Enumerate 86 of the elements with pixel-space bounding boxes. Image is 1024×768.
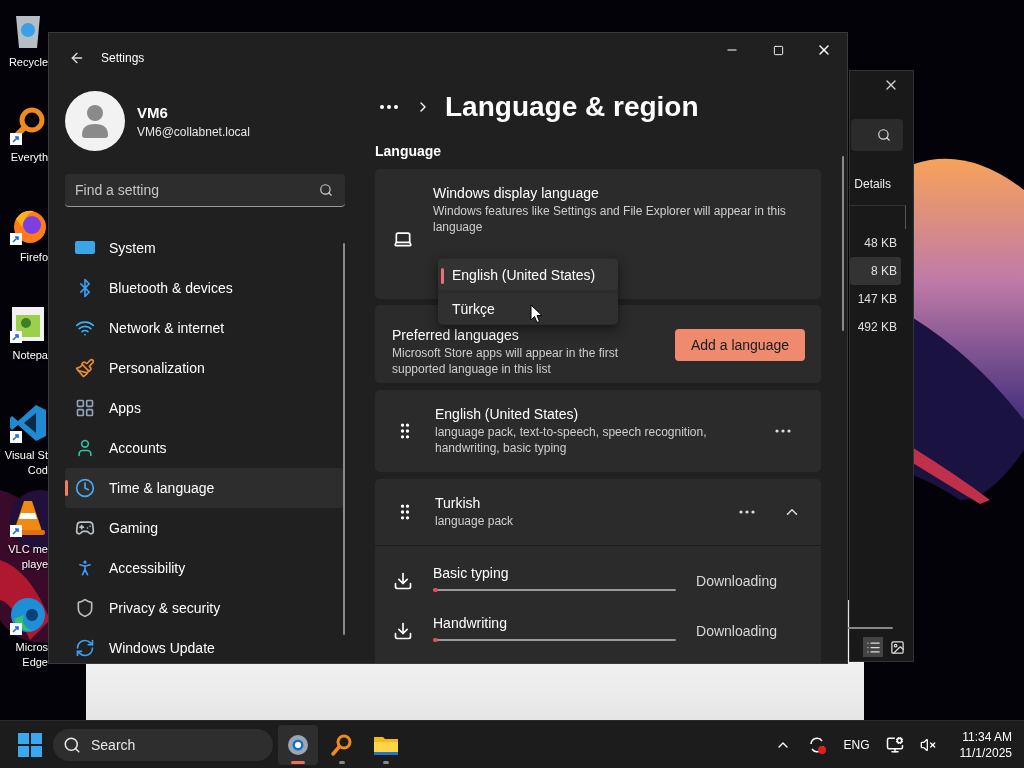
setting-title: Windows display language xyxy=(433,185,600,201)
clock-time[interactable]: 11:34 AM xyxy=(962,728,1012,745)
shortcut-arrow-icon xyxy=(10,233,22,245)
shortcut-arrow-icon xyxy=(10,331,22,343)
apps-grid-icon xyxy=(75,398,95,418)
add-language-button[interactable]: Add a language xyxy=(674,329,805,361)
details-view-button[interactable] xyxy=(863,637,883,657)
clock-date[interactable]: 11/1/2025 xyxy=(959,744,1012,761)
download-icon xyxy=(393,571,413,591)
feature-name: Basic typing xyxy=(433,565,510,581)
search-icon xyxy=(319,183,333,197)
download-icon xyxy=(393,621,413,641)
user-name: VM6 xyxy=(137,103,169,121)
file-size-cell[interactable]: 147 KB xyxy=(850,285,901,313)
language-name: Turkish xyxy=(435,495,482,511)
muted-speaker-icon[interactable] xyxy=(919,736,936,753)
file-size-cell[interactable]: 48 KB xyxy=(850,229,901,257)
shortcut-arrow-icon xyxy=(10,431,22,443)
scrollbar[interactable] xyxy=(343,243,345,635)
file-size-cell[interactable]: 492 KB xyxy=(850,313,901,341)
cursor-icon xyxy=(530,304,543,324)
user-email: VM6@collabnet.local xyxy=(137,124,250,139)
more-icon xyxy=(775,429,791,433)
desktop-icon-label: Visual St Cod xyxy=(4,448,48,478)
setting-description: Windows features like Settings and File Explorer will appear in this language xyxy=(433,203,787,235)
nav-item[interactable]: Accounts xyxy=(65,428,343,468)
shortcut-arrow-icon xyxy=(10,623,22,635)
start-icon[interactable] xyxy=(18,732,42,757)
nav-item[interactable]: Network & internet xyxy=(65,308,343,348)
gamepad-icon xyxy=(75,518,95,538)
monitor-icon xyxy=(75,240,95,256)
nav-item[interactable]: Time & language xyxy=(65,468,343,508)
download-status: Downloading xyxy=(696,623,777,639)
nav-item[interactable]: Gaming xyxy=(65,508,343,548)
paintbrush-icon xyxy=(75,358,95,378)
page-title: Language & region xyxy=(445,91,699,123)
nav-item[interactable]: Personalization xyxy=(65,348,343,388)
maximize-icon xyxy=(772,44,784,56)
nav-item[interactable]: Apps xyxy=(65,388,343,428)
desktop-icon-label: VLC me playe xyxy=(8,542,48,572)
search-field[interactable]: Find a setting xyxy=(65,174,345,207)
language-features: language pack, text-to-speech, speech recognition, handwriting, basic typing xyxy=(435,424,708,456)
search-field[interactable] xyxy=(851,119,903,151)
laptop-icon xyxy=(393,229,413,249)
avatar[interactable] xyxy=(65,91,125,151)
desktop-icon-label: Recycle xyxy=(8,55,48,70)
input-language[interactable]: ENG xyxy=(843,737,870,752)
setting-description: Microsoft Store apps will appear in the first supported language in this list xyxy=(392,345,620,377)
file-size-cell[interactable]: 8 KB xyxy=(850,257,901,285)
wifi-icon xyxy=(75,318,95,338)
person-icon xyxy=(75,438,95,458)
dropdown-option[interactable]: Türkçe xyxy=(438,293,618,324)
shortcut-arrow-icon xyxy=(10,133,22,145)
setting-title: Preferred languages xyxy=(392,327,520,343)
taskbar-app[interactable] xyxy=(278,724,318,765)
scrollbar[interactable] xyxy=(842,156,844,331)
monitor-icon[interactable] xyxy=(885,735,904,754)
nav-item[interactable]: Windows Update xyxy=(65,628,343,663)
language-features: language pack xyxy=(435,513,515,529)
desktop-icon-label: Micros Edge xyxy=(15,640,48,670)
tile-icon xyxy=(889,639,905,655)
desktop-icon-label: Everyth xyxy=(10,150,48,165)
more-icon xyxy=(739,510,755,514)
dropdown-option[interactable]: English (United States) xyxy=(438,259,618,290)
nav-item[interactable]: Accessibility xyxy=(65,548,343,588)
update-icon xyxy=(75,638,95,658)
shield-icon xyxy=(75,598,95,618)
language-name: English (United States) xyxy=(435,406,580,422)
search-icon xyxy=(877,128,891,142)
search-icon xyxy=(63,735,81,754)
nav-item[interactable]: System xyxy=(65,228,343,268)
browser-icon[interactable] xyxy=(8,595,48,635)
feature-name: Handwriting xyxy=(433,615,508,631)
scrollbar[interactable] xyxy=(847,627,893,629)
nav-item[interactable]: Bluetooth & devices xyxy=(65,268,343,308)
window-title: Settings xyxy=(101,51,145,65)
download-status: Downloading xyxy=(696,573,777,589)
list-icon xyxy=(865,639,881,655)
magnifier-icon[interactable] xyxy=(330,732,354,757)
desktop-icon-label: Firefo xyxy=(19,250,48,265)
desktop-icon-label: Notepa xyxy=(12,348,48,363)
taskbar-search[interactable]: Search xyxy=(53,728,273,761)
shortcut-arrow-icon xyxy=(10,525,22,537)
section-heading: Language xyxy=(375,142,443,161)
details-button[interactable]: Details xyxy=(854,177,891,191)
nav-item[interactable]: Privacy & security xyxy=(65,588,343,628)
